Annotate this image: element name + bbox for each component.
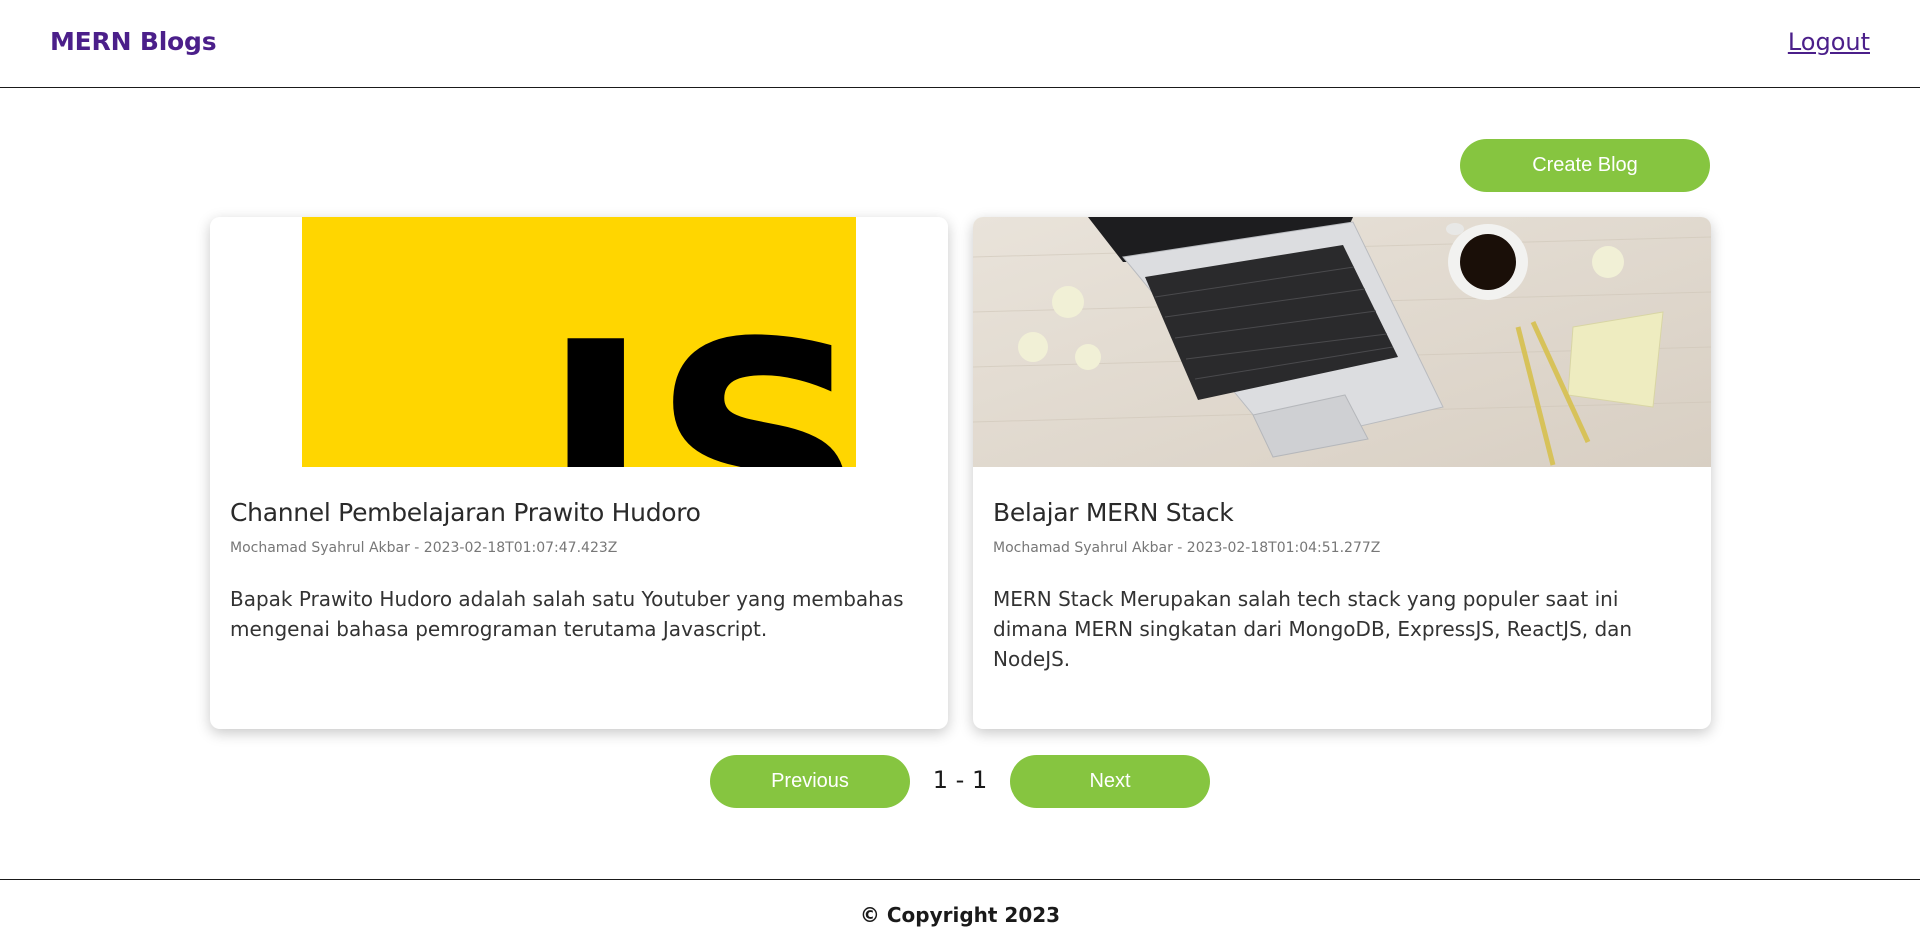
previous-page-button[interactable]: Previous xyxy=(710,755,910,808)
blog-title[interactable]: Channel Pembelajaran Prawito Hudoro xyxy=(230,498,701,527)
blog-thumbnail xyxy=(973,217,1711,467)
blog-excerpt: Bapak Prawito Hudoro adalah salah satu Y… xyxy=(230,587,904,641)
laptop-desk-photo xyxy=(973,217,1711,467)
page-indicator: 1 - 1 xyxy=(932,766,988,794)
copyright-text: © Copyright 2023 xyxy=(859,903,1061,927)
create-blog-button[interactable]: Create Blog xyxy=(1460,139,1710,192)
blog-meta: Mochamad Syahrul Akbar - 2023-02-18T01:0… xyxy=(993,540,1381,556)
blog-excerpt: MERN Stack Merupakan salah tech stack ya… xyxy=(993,587,1633,671)
blog-title[interactable]: Belajar MERN Stack xyxy=(993,498,1234,527)
brand-logo[interactable]: MERN Blogs xyxy=(50,27,217,56)
blog-meta: Mochamad Syahrul Akbar - 2023-02-18T01:0… xyxy=(230,540,618,556)
blog-thumbnail: JS xyxy=(210,217,948,467)
next-page-button[interactable]: Next xyxy=(1010,755,1210,808)
site-footer: © Copyright 2023 xyxy=(0,879,1920,950)
logout-link[interactable]: Logout xyxy=(1788,28,1870,56)
site-header: MERN Blogs Logout xyxy=(0,0,1920,88)
blog-card[interactable]: Belajar MERN Stack Mochamad Syahrul Akba… xyxy=(973,217,1711,729)
javascript-logo-image: JS xyxy=(210,217,948,467)
blog-card[interactable]: JS Channel Pembelajaran Prawito Hudoro M… xyxy=(210,217,948,729)
js-logo-text: JS xyxy=(521,279,867,467)
